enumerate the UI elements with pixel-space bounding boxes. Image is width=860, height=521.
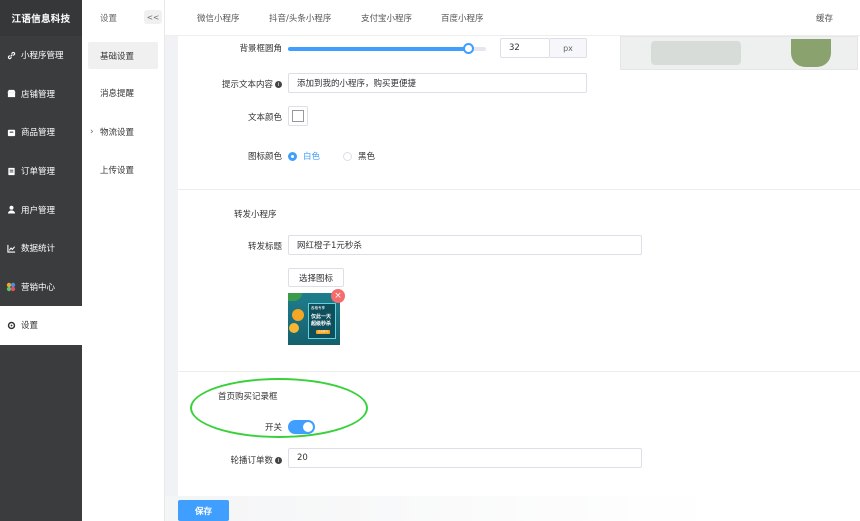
store-icon: [6, 89, 16, 99]
chart-icon: [6, 243, 16, 253]
marketing-icon: [6, 282, 16, 292]
preview-figure: [791, 39, 831, 67]
radio-white-label: 白色: [303, 152, 321, 162]
product-icon: [6, 127, 16, 137]
promo-line1: 仅此一天: [311, 314, 332, 320]
promo-cta-text: 点击参与: [317, 330, 328, 333]
radius-slider[interactable]: [288, 43, 486, 54]
orange-decoration: [292, 309, 304, 321]
submenu-item-upload[interactable]: 上传设置: [82, 151, 164, 190]
share-title-input[interactable]: 网红橙子1元秒杀: [288, 235, 642, 255]
sidebar-item-stats[interactable]: 数据统计: [0, 229, 82, 268]
slider-handle[interactable]: [462, 43, 474, 54]
choose-icon-button[interactable]: 选择图标: [288, 268, 344, 287]
remove-icon[interactable]: ×: [331, 289, 345, 303]
carousel-input[interactable]: 20: [288, 448, 642, 468]
tab-douyin[interactable]: 抖音/头条小程序: [269, 12, 331, 24]
sidebar-item-label: 店铺管理: [21, 89, 56, 100]
submenu-item-notifications[interactable]: 消息提醒: [82, 74, 164, 113]
share-title-label: 转发标题: [247, 242, 282, 252]
slider-fill: [288, 47, 469, 51]
submenu-item-label: 基础设置: [100, 51, 135, 62]
promo-tag: 各格专享: [311, 306, 325, 310]
promo-line2: 超级秒杀: [311, 321, 332, 327]
sidebar-item-label: 订单管理: [21, 167, 56, 178]
color-swatch: [292, 110, 304, 122]
sidebar-item-label: 小程序管理: [21, 51, 64, 62]
order-icon: [6, 166, 16, 176]
chevron-right-icon: ›: [90, 126, 94, 137]
tip-input[interactable]: 添加到我的小程序，购买更便捷: [288, 73, 587, 93]
section-divider: [178, 371, 860, 372]
submenu-item-label: 上传设置: [100, 166, 135, 177]
share-section-title: 转发小程序: [234, 210, 277, 220]
carousel-label-text: 轮播订单数: [230, 456, 273, 466]
sidebar-item-users[interactable]: 用户管理: [0, 190, 82, 229]
cache-button[interactable]: 缓存: [816, 12, 833, 24]
info-icon[interactable]: i: [275, 457, 282, 464]
settings-form: 背景框圆角 32 px 提示文本内容 i 添加到我的小程序，购买更便捷 文本颜色 …: [178, 36, 860, 496]
carousel-label: 轮播订单数 i: [216, 454, 282, 466]
preview-image: [620, 36, 858, 70]
submenu-item-basic[interactable]: 基础设置: [88, 42, 158, 69]
user-icon: [6, 205, 16, 215]
brand-logo: 江语信息科技: [0, 0, 82, 36]
tab-alipay[interactable]: 支付宝小程序: [361, 12, 412, 24]
submenu-item-label: 消息提醒: [100, 89, 135, 100]
highlight-annotation: [190, 378, 368, 438]
radius-input[interactable]: 32: [500, 38, 550, 58]
orange-decoration: [289, 323, 299, 333]
tip-label: 提示文本内容 i: [200, 78, 282, 90]
submenu-item-label: 物流设置: [100, 127, 135, 138]
submenu-item-logistics[interactable]: › 物流设置: [82, 113, 164, 152]
save-button[interactable]: 保存: [178, 500, 229, 521]
sidebar-item-store[interactable]: 店铺管理: [0, 75, 82, 114]
sidebar-item-label: 数据统计: [21, 244, 56, 255]
tab-wechat[interactable]: 微信小程序: [197, 12, 240, 24]
preview-blur: [651, 41, 741, 65]
sidebar-item-products[interactable]: 商品管理: [0, 113, 82, 152]
main-sidebar: 江语信息科技 小程序管理 店铺管理 商品管理 订单管理 用户管理 数据统计 营销…: [0, 0, 82, 521]
submenu-header: 设置 <<: [82, 0, 164, 36]
sidebar-item-settings[interactable]: 设置: [0, 306, 82, 345]
leaf-decoration: [288, 293, 302, 301]
radio-white[interactable]: 白色: [288, 150, 320, 162]
radius-label: 背景框圆角: [239, 44, 282, 54]
sidebar-item-orders[interactable]: 订单管理: [0, 152, 82, 191]
sidebar-item-label: 设置: [21, 321, 39, 332]
sidebar-item-label: 商品管理: [21, 128, 56, 139]
text-color-picker[interactable]: [288, 106, 308, 126]
radio-black-label: 黑色: [358, 152, 376, 162]
radio-checked-icon: [288, 151, 297, 161]
promo-card: 各格专享 仅此一天 超级秒杀 点击参与: [308, 303, 336, 339]
sidebar-item-label: 用户管理: [21, 205, 56, 216]
settings-submenu: 设置 << 基础设置 消息提醒 › 物流设置 上传设置: [82, 0, 165, 521]
collapse-button[interactable]: <<: [144, 10, 162, 24]
info-icon[interactable]: i: [275, 81, 282, 88]
platform-tabs: 微信小程序 抖音/头条小程序 支付宝小程序 百度小程序 缓存: [165, 0, 860, 36]
radio-black[interactable]: 黑色: [343, 150, 375, 162]
text-color-label: 文本颜色: [247, 113, 282, 123]
app: 江语信息科技 小程序管理 店铺管理 商品管理 订单管理 用户管理 数据统计 营销…: [0, 0, 860, 521]
sidebar-item-miniprogram[interactable]: 小程序管理: [0, 36, 82, 75]
sidebar-item-marketing[interactable]: 营销中心: [0, 268, 82, 307]
tab-baidu[interactable]: 百度小程序: [441, 12, 484, 24]
footer-bar: 保存: [165, 496, 860, 521]
section-divider: [178, 189, 860, 190]
link-icon: [6, 50, 16, 60]
sidebar-item-label: 营销中心: [21, 282, 56, 293]
submenu-title: 设置: [100, 14, 118, 24]
gear-icon: [6, 320, 16, 330]
tip-label-text: 提示文本内容: [221, 80, 273, 90]
icon-color-label: 图标颜色: [247, 152, 282, 162]
radius-unit: px: [550, 38, 587, 58]
radio-unchecked-icon: [343, 151, 352, 161]
